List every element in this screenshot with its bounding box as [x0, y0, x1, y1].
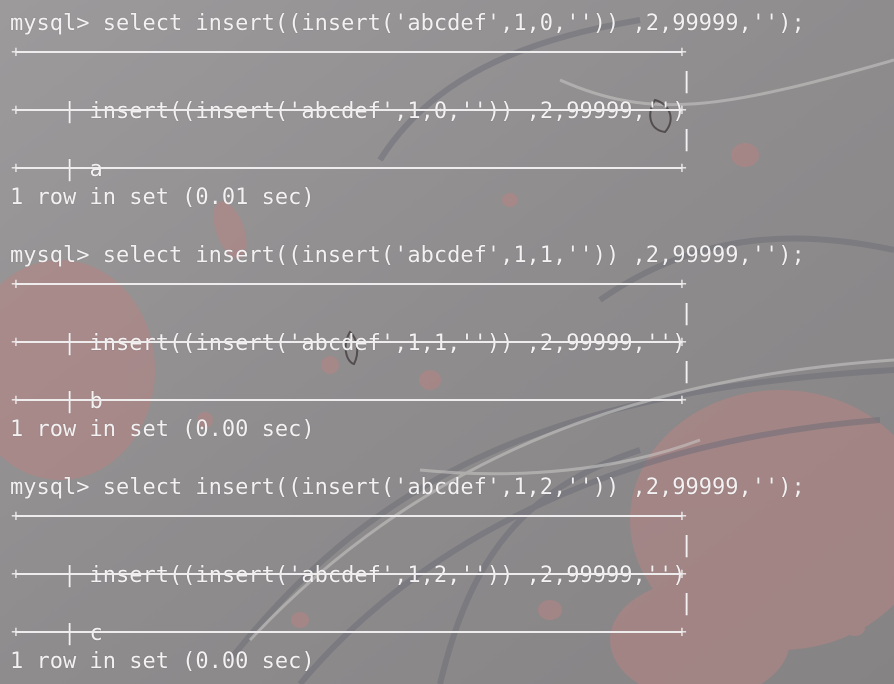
table-border-mid: ++ [10, 334, 688, 350]
table-header-row: | insert((insert('abcdef',1,1,'')) ,2,99… [62, 331, 686, 356]
table-border-bottom: ++ [10, 392, 688, 408]
table-pipe: | [680, 591, 694, 616]
table-header-row: | insert((insert('abcdef',1,0,'')) ,2,99… [62, 99, 686, 124]
table-border-mid: ++ [10, 102, 688, 118]
table-header-row: | insert((insert('abcdef',1,2,'')) ,2,99… [62, 563, 686, 588]
table-border-bottom: ++ [10, 624, 688, 640]
command-line: mysql> select insert((insert('abcdef',1,… [10, 475, 805, 500]
table-border-bottom: ++ [10, 160, 688, 176]
mysql-terminal-output: mysql> select insert((insert('abcdef',1,… [0, 0, 894, 684]
table-border-top: ++ [10, 44, 688, 60]
table-border-top: ++ [10, 276, 688, 292]
table-pipe: | [680, 301, 694, 326]
command-line: mysql> select insert((insert('abcdef',1,… [10, 11, 805, 36]
table-value-row: | a [62, 157, 103, 182]
query-status: 1 row in set (0.00 sec) [10, 649, 315, 674]
table-pipe: | [680, 359, 694, 384]
table-pipe: | [680, 69, 694, 94]
table-value-row: | c [62, 621, 103, 646]
table-pipe: | [680, 533, 694, 558]
table-border-top: ++ [10, 508, 688, 524]
query-status: 1 row in set (0.01 sec) [10, 185, 315, 210]
query-status: 1 row in set (0.00 sec) [10, 417, 315, 442]
command-line: mysql> select insert((insert('abcdef',1,… [10, 243, 805, 268]
table-pipe: | [680, 127, 694, 152]
table-value-row: | b [62, 389, 103, 414]
table-border-mid: ++ [10, 566, 688, 582]
